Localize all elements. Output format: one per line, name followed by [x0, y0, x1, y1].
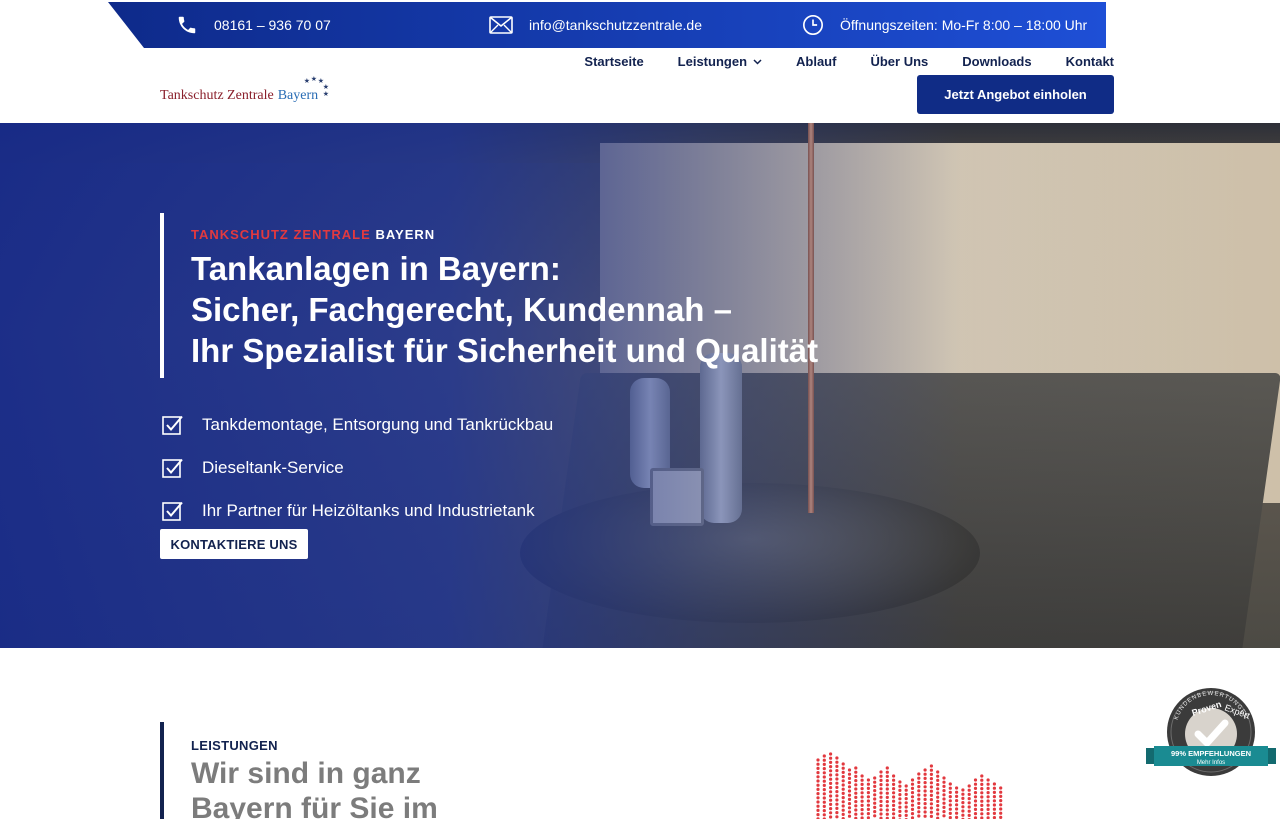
hero-eyebrow-red: TANKSCHUTZ ZENTRALE — [191, 227, 371, 242]
nav-label: Downloads — [962, 54, 1032, 69]
email-contact[interactable]: info@tankschutzzentrale.de — [489, 2, 702, 48]
bavaria-map-graphic — [816, 752, 1003, 819]
hero-blue-overlay — [0, 123, 1280, 648]
hero-title-line-1: Tankanlagen in Bayern: — [191, 250, 561, 287]
list-item: Dieseltank-Service — [162, 446, 553, 489]
phone-contact[interactable]: 08161 – 936 70 07 — [176, 2, 331, 48]
main-navigation: Startseite Leistungen Ablauf Über Uns Do… — [567, 54, 1114, 69]
hero-section: TANKSCHUTZ ZENTRALE BAYERN Tankanlagen i… — [0, 123, 1280, 648]
hero-accent-bar — [160, 213, 164, 378]
list-item: Tankdemontage, Entsorgung und Tankrückba… — [162, 403, 553, 446]
badge-ribbon-text: 99% EMPFEHLUNGEN — [1171, 749, 1251, 758]
logo-text-secondary: Bayern ★ ★ ★ ★ ★ — [278, 76, 329, 104]
section-eyebrow: LEISTUNGEN — [191, 738, 278, 753]
nav-item-kontakt[interactable]: Kontakt — [1049, 54, 1114, 69]
phone-number: 08161 – 936 70 07 — [214, 17, 331, 33]
phone-icon — [178, 16, 196, 34]
hero-eyebrow-white: BAYERN — [375, 227, 436, 242]
hero-title: Tankanlagen in Bayern: Sicher, Fachgerec… — [191, 248, 891, 371]
hero-eyebrow: TANKSCHUTZ ZENTRALE BAYERN — [191, 227, 891, 242]
list-item: Ihr Partner für Heizöltanks und Industri… — [162, 489, 553, 532]
logo-text-primary: Tankschutz Zentrale — [160, 88, 274, 103]
nav-label: Über Uns — [870, 54, 929, 69]
hero-title-line-2: Sicher, Fachgerecht, Kundennah – — [191, 291, 732, 328]
hero-feature-list: Tankdemontage, Entsorgung und Tankrückba… — [162, 403, 553, 532]
feature-text: Ihr Partner für Heizöltanks und Industri… — [202, 500, 535, 520]
proven-expert-badge[interactable]: KUNDENBEWERTUNGEN Proven Expert 99% EMPF… — [1146, 686, 1276, 782]
hero-text: TANKSCHUTZ ZENTRALE BAYERN Tankanlagen i… — [191, 227, 891, 371]
hero-title-line-3: Ihr Spezialist für Sicherheit und Qualit… — [191, 332, 819, 369]
feature-text: Tankdemontage, Entsorgung und Tankrückba… — [202, 414, 554, 434]
feature-text: Dieseltank-Service — [202, 457, 344, 477]
nav-label: Leistungen — [677, 54, 748, 69]
get-quote-button[interactable]: Jetzt Angebot einholen — [917, 75, 1114, 114]
contact-bar: 08161 – 936 70 07 info@tankschutzzentral… — [108, 2, 1106, 48]
site-header: Tankschutz Zentrale Bayern ★ ★ ★ ★ ★ Starts… — [0, 48, 1280, 123]
nav-label: Startseite — [584, 54, 644, 69]
section-accent-bar — [160, 722, 164, 819]
section-title: Wir sind in ganz Bayern für Sie im — [191, 757, 438, 819]
checkbox-checked-icon — [162, 458, 183, 478]
chevron-down-icon — [753, 58, 762, 65]
checkbox-checked-icon — [162, 501, 183, 521]
clock-icon — [803, 15, 823, 35]
nav-item-startseite[interactable]: Startseite — [567, 54, 660, 69]
contact-us-button[interactable]: KONTAKTIERE UNS — [160, 529, 308, 559]
site-logo[interactable]: Tankschutz Zentrale Bayern ★ ★ ★ ★ ★ — [160, 74, 329, 104]
checkbox-checked-icon — [162, 415, 183, 435]
opening-hours: Öffnungszeiten: Mo-Fr 8:00 – 18:00 Uhr — [802, 2, 1087, 48]
nav-label: Kontakt — [1065, 54, 1114, 69]
nav-item-ueber-uns[interactable]: Über Uns — [853, 54, 945, 69]
nav-item-leistungen[interactable]: Leistungen — [661, 54, 779, 69]
nav-item-ablauf[interactable]: Ablauf — [779, 54, 853, 69]
mail-icon — [489, 16, 513, 34]
badge-more-info: Mehr Infos — [1197, 760, 1225, 766]
email-address: info@tankschutzzentrale.de — [529, 17, 702, 33]
nav-item-downloads[interactable]: Downloads — [945, 54, 1048, 69]
services-section: LEISTUNGEN Wir sind in ganz Bayern für S… — [0, 648, 1280, 819]
nav-label: Ablauf — [796, 54, 837, 69]
opening-hours-text: Öffnungszeiten: Mo-Fr 8:00 – 18:00 Uhr — [840, 17, 1088, 33]
logo-stars-icon: ★ ★ ★ ★ ★ — [303, 75, 329, 98]
